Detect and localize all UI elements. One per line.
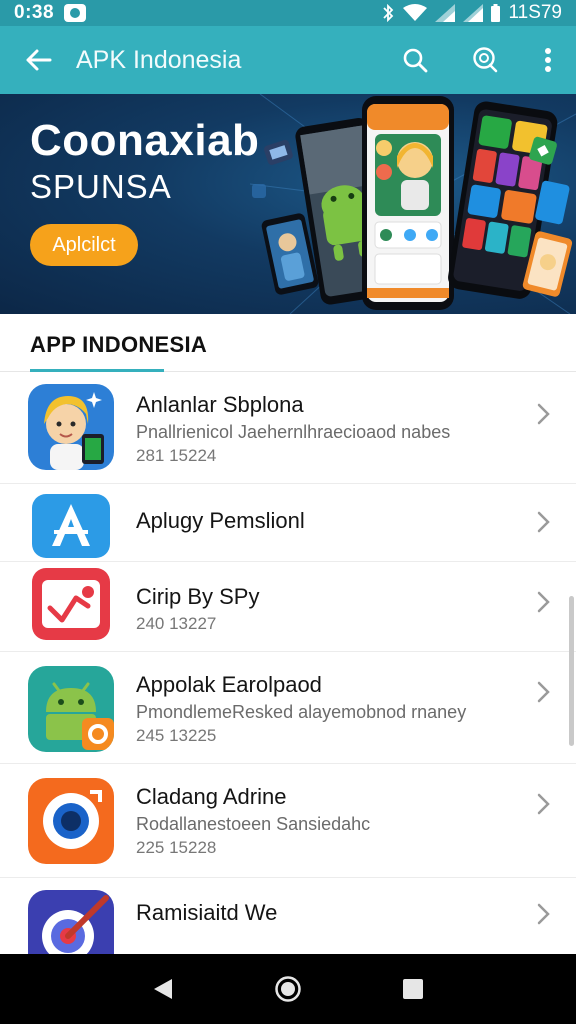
chevron-right-icon bbox=[537, 681, 550, 703]
filter-search-button[interactable] bbox=[450, 26, 520, 94]
banner-headline: Coonaxiab bbox=[30, 116, 260, 165]
app-name: Anlanlar Sbplona bbox=[136, 392, 304, 417]
app-name: Cirip By SPy bbox=[136, 584, 260, 609]
app-meta: 281 15224 bbox=[136, 446, 217, 465]
app-meta: 225 15228 bbox=[136, 838, 217, 857]
status-right-text: 11S79 bbox=[508, 2, 562, 23]
app-description: Rodallanestoeen Sansiedahc bbox=[136, 814, 371, 834]
signal-icon bbox=[435, 4, 456, 22]
status-time: 0:38 bbox=[14, 2, 55, 23]
chevron-right-icon bbox=[537, 903, 550, 925]
app-bar: APK Indonesia bbox=[0, 26, 576, 94]
section-header: APP INDONESIA bbox=[0, 314, 576, 372]
nav-home-icon bbox=[275, 976, 301, 1002]
nav-recents-icon bbox=[403, 979, 424, 999]
app-description: PmondlemeResked alayemobnod rnaney bbox=[136, 702, 467, 722]
nav-recents-button[interactable] bbox=[383, 959, 443, 1019]
app-meta: 240 13227 bbox=[136, 614, 217, 633]
search-icon bbox=[403, 48, 428, 73]
status-icons: 11S79 bbox=[381, 2, 562, 24]
notification-icon bbox=[64, 4, 87, 22]
more-vert-icon bbox=[545, 48, 551, 72]
banner-subheadline: SPUNSA bbox=[30, 168, 172, 205]
app-list-item[interactable]: Ramisiaitd We bbox=[0, 878, 576, 954]
app-meta: 245 13225 bbox=[136, 726, 217, 745]
app-list: Anlanlar Sbplona Pnallrienicol Jaehernlh… bbox=[0, 372, 576, 954]
chevron-right-icon bbox=[537, 591, 550, 613]
app-list-item[interactable]: Cirip By SPy 240 13227 bbox=[0, 562, 576, 652]
search-button[interactable] bbox=[380, 26, 450, 94]
letter-a-icon bbox=[32, 494, 110, 558]
android-robot-icon bbox=[28, 666, 114, 752]
trend-chart-icon bbox=[32, 568, 110, 640]
chevron-right-icon bbox=[537, 793, 550, 815]
app-name: Cladang Adrine bbox=[136, 784, 287, 809]
app-name: Appolak Earolpaod bbox=[136, 672, 322, 697]
battery-icon bbox=[491, 4, 501, 22]
phones-illustration bbox=[250, 94, 576, 314]
target-pen-icon bbox=[28, 890, 114, 954]
chevron-right-icon bbox=[537, 511, 550, 533]
app-description: Pnallrienicol Jaehernlhraecioaod nabes bbox=[136, 422, 451, 442]
camera-lens-icon bbox=[28, 778, 114, 864]
wifi-icon bbox=[403, 4, 428, 21]
system-nav-bar bbox=[0, 954, 576, 1024]
signal-icon bbox=[463, 4, 484, 22]
nav-back-button[interactable] bbox=[133, 959, 193, 1019]
back-button[interactable] bbox=[0, 26, 76, 94]
app-list-item[interactable]: Anlanlar Sbplona Pnallrienicol Jaehernlh… bbox=[0, 372, 576, 484]
app-name: Ramisiaitd We bbox=[136, 900, 278, 925]
banner-cta-button[interactable]: Aplcilct bbox=[30, 224, 138, 266]
nav-home-button[interactable] bbox=[258, 959, 318, 1019]
status-bar: 0:38 11S79 bbox=[0, 0, 576, 26]
chevron-right-icon bbox=[537, 403, 550, 425]
more-options-button[interactable] bbox=[520, 26, 576, 94]
back-arrow-icon bbox=[26, 49, 52, 71]
nav-back-icon bbox=[153, 979, 172, 999]
app-name: Aplugy Pemslionl bbox=[136, 508, 305, 533]
app-list-item[interactable]: Appolak Earolpaod PmondlemeResked alayem… bbox=[0, 652, 576, 764]
cartoon-girl-icon bbox=[28, 384, 114, 470]
search-badge-icon bbox=[473, 47, 498, 73]
screen: 0:38 11S79 APK Indonesia Coonaxiab SPUNS… bbox=[0, 0, 576, 1024]
app-list-item[interactable]: Aplugy Pemslionl bbox=[0, 484, 576, 562]
section-title: APP INDONESIA bbox=[30, 332, 208, 357]
page-title: APK Indonesia bbox=[76, 45, 242, 74]
app-list-item[interactable]: Cladang Adrine Rodallanestoeen Sansiedah… bbox=[0, 764, 576, 878]
scrollbar[interactable] bbox=[569, 596, 574, 746]
bluetooth-icon bbox=[383, 4, 394, 22]
promo-banner[interactable]: Coonaxiab SPUNSA Aplcilct bbox=[0, 94, 576, 314]
